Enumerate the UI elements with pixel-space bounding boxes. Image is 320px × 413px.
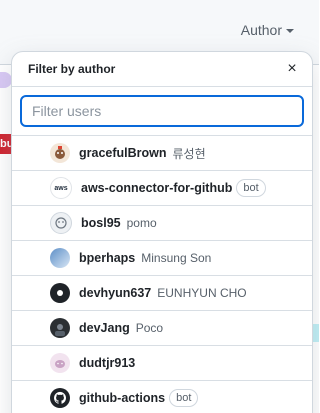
devjang-avatar (50, 318, 70, 338)
user-fullname: Minsung Son (141, 251, 212, 265)
bperhaps-avatar (50, 248, 70, 268)
user-item-bosl95[interactable]: bosl95 pomo (12, 206, 312, 241)
aws-logo-avatar: aws (50, 177, 72, 199)
user-login: aws-connector-for-github (81, 181, 233, 195)
user-login: devhyun637 (79, 286, 152, 300)
user-fullname: EUNHYUN CHO (157, 286, 247, 300)
user-item-devhyun637[interactable]: devhyun637 EUNHYUN CHO (12, 276, 312, 311)
user-login: dudtjr913 (79, 356, 136, 370)
user-item-devJang[interactable]: devJang Poco (12, 311, 312, 346)
author-filter-label: Author (240, 22, 282, 38)
author-filter-toggle[interactable]: Author (241, 22, 294, 38)
menu-title: Filter by author (28, 62, 116, 76)
user-login: gracefulBrown (79, 146, 167, 160)
user-item-aws-connector-for-github[interactable]: aws aws-connector-for-github bot (12, 171, 312, 206)
user-item-bperhaps[interactable]: bperhaps Minsung Son (12, 241, 312, 276)
user-fullname: Poco (135, 321, 164, 335)
user-fullname: pomo (126, 216, 157, 230)
user-list: gracefulBrown 류성현 aws aws-connector-for-… (12, 136, 312, 413)
page: Author bu Filter by author × gracefulBro… (0, 0, 319, 413)
user-login: devJang (79, 321, 130, 335)
author-filter-menu: Filter by author × gracefulBrown 류성현 aws… (11, 51, 313, 413)
user-login: bosl95 (81, 216, 121, 230)
graceful-avatar (50, 143, 70, 163)
user-item-gracefulBrown[interactable]: gracefulBrown 류성현 (12, 136, 312, 171)
filter-users-input[interactable] (20, 95, 304, 127)
menu-header: Filter by author × (12, 52, 312, 87)
dudtjr-avatar (50, 353, 70, 373)
user-item-dudtjr913[interactable]: dudtjr913 (12, 346, 312, 381)
bosl-avatar (50, 212, 72, 234)
filter-input-wrapper (12, 87, 312, 136)
close-icon[interactable]: × (282, 59, 302, 79)
user-login: bperhaps (79, 251, 136, 265)
user-login: github-actions (79, 391, 166, 405)
user-item-github-actions[interactable]: github-actions bot (12, 381, 312, 413)
bot-badge: bot (236, 179, 266, 197)
devhyun-avatar (50, 283, 70, 303)
bot-badge: bot (169, 389, 199, 407)
caret-down-icon (286, 29, 294, 33)
user-fullname: 류성현 (172, 146, 206, 161)
github-logo-avatar (50, 388, 70, 408)
